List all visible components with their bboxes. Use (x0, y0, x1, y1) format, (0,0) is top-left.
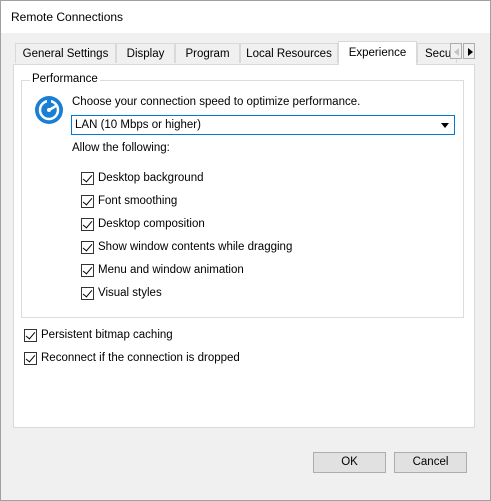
show-window-contents-label: Show window contents while dragging (98, 241, 293, 253)
tab-local-resources[interactable]: Local Resources (240, 43, 338, 63)
ok-button[interactable]: OK (313, 452, 386, 473)
menu-window-animation-label: Menu and window animation (98, 264, 244, 276)
checkmark-icon (82, 218, 93, 229)
tab-strip: General Settings Display Program Local R… (15, 41, 475, 65)
tab-scroll-arrows (450, 43, 476, 59)
window-title: Remote Connections (11, 10, 124, 24)
tab-display[interactable]: Display (116, 43, 175, 63)
checkmark-icon (82, 264, 93, 275)
chevron-down-icon (441, 123, 449, 128)
connection-speed-select[interactable]: LAN (10 Mbps or higher) (71, 115, 455, 135)
persistent-bitmap-label: Persistent bitmap caching (41, 329, 173, 341)
cancel-button[interactable]: Cancel (394, 452, 467, 473)
checkmark-icon (25, 329, 36, 340)
checkmark-icon (82, 287, 93, 298)
font-smoothing-checkbox[interactable] (81, 195, 94, 208)
show-window-contents-checkbox[interactable] (81, 241, 94, 254)
persistent-bitmap-checkbox[interactable] (24, 329, 37, 342)
speedometer-icon (35, 96, 63, 124)
menu-window-animation-checkbox[interactable] (81, 264, 94, 277)
tab-general-settings[interactable]: General Settings (15, 43, 116, 63)
visual-styles-checkbox[interactable] (81, 287, 94, 300)
connection-speed-prompt: Choose your connection speed to optimize… (72, 96, 361, 108)
checkmark-icon (25, 352, 36, 363)
checkmark-icon (82, 172, 93, 183)
checkmark-icon (82, 241, 93, 252)
desktop-composition-label: Desktop composition (98, 218, 205, 230)
reconnect-checkbox[interactable] (24, 352, 37, 365)
checkmark-icon (82, 195, 93, 206)
allow-following-label: Allow the following: (72, 142, 170, 154)
desktop-composition-checkbox[interactable] (81, 218, 94, 231)
reconnect-label: Reconnect if the connection is dropped (41, 352, 240, 364)
tab-program[interactable]: Program (175, 43, 240, 63)
connection-speed-value: LAN (10 Mbps or higher) (75, 119, 201, 131)
performance-group-label: Performance (30, 73, 100, 85)
arrow-right-icon (468, 48, 473, 56)
desktop-background-checkbox[interactable] (81, 172, 94, 185)
tab-scroll-right-button[interactable] (463, 43, 475, 59)
tab-experience[interactable]: Experience (338, 41, 417, 65)
visual-styles-label: Visual styles (98, 287, 162, 299)
tab-scroll-left-button[interactable] (450, 43, 462, 59)
arrow-left-icon (454, 48, 459, 56)
font-smoothing-label: Font smoothing (98, 195, 178, 207)
desktop-background-label: Desktop background (98, 172, 204, 184)
title-bar[interactable]: Remote Connections (1, 1, 490, 33)
